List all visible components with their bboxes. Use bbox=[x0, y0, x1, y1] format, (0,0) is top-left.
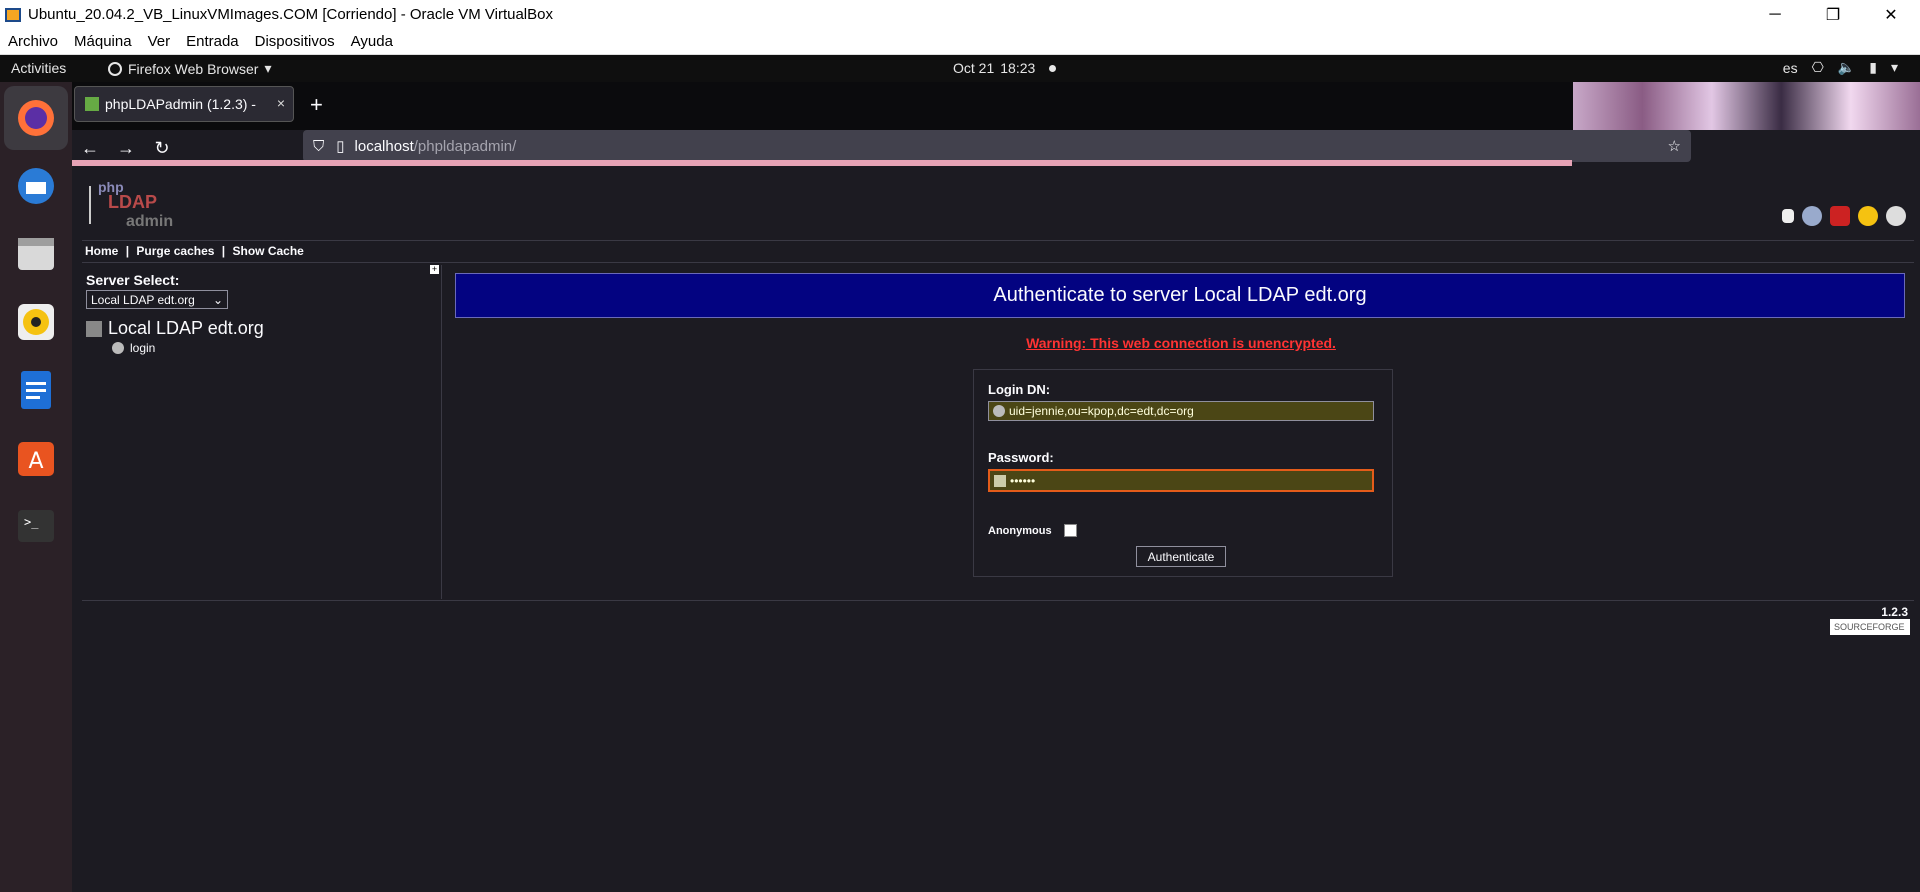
activities-button[interactable]: Activities bbox=[11, 60, 66, 76]
shield-icon: ⛉ bbox=[313, 137, 325, 155]
purge-caches-link[interactable]: Purge caches bbox=[136, 244, 214, 258]
notification-dot-icon bbox=[1049, 64, 1057, 72]
minimize-button[interactable]: ─ bbox=[1746, 0, 1804, 29]
smiley-icon[interactable] bbox=[1858, 206, 1878, 226]
chevron-down-icon: ⌄ bbox=[212, 292, 223, 307]
divider bbox=[82, 262, 1914, 263]
sourceforge-logo[interactable]: SOURCEFORGE bbox=[1830, 619, 1910, 635]
menu-separator: | bbox=[125, 244, 130, 258]
restore-button[interactable]: ❐ bbox=[1804, 0, 1862, 29]
app-menu-label: Firefox Web Browser bbox=[128, 60, 259, 77]
auth-header: Authenticate to server Local LDAP edt.or… bbox=[455, 273, 1905, 318]
login-form: Login DN: uid=jennie,ou=kpop,dc=edt,dc=o… bbox=[973, 369, 1393, 577]
help-icon[interactable] bbox=[1782, 209, 1794, 223]
bookmark-star-icon[interactable]: ☆ bbox=[1668, 137, 1681, 155]
login-dn-value: uid=jennie,ou=kpop,dc=edt,dc=org bbox=[1009, 404, 1194, 418]
url-path: /phpldapadmin/ bbox=[413, 137, 517, 155]
key-icon bbox=[994, 474, 1006, 487]
back-button[interactable]: ← bbox=[72, 138, 108, 159]
chevron-down-icon: ▾ bbox=[264, 60, 272, 76]
svg-text:A: A bbox=[28, 449, 43, 474]
header-icons bbox=[1782, 206, 1906, 226]
svg-text:>_: >_ bbox=[24, 515, 39, 529]
password-label: Password: bbox=[988, 450, 1054, 465]
tab-title: phpLDAPadmin (1.2.3) - bbox=[105, 96, 256, 112]
writer-dock-icon[interactable] bbox=[14, 368, 58, 412]
menu-entrada[interactable]: Entrada bbox=[178, 33, 247, 50]
page-content: php LDAP admin Home | Purge caches | Sho… bbox=[72, 166, 1920, 892]
virtualbox-titlebar: Ubuntu_20.04.2_VB_LinuxVMImages.COM [Cor… bbox=[0, 0, 1920, 29]
unencrypted-warning[interactable]: Warning: This web connection is unencryp… bbox=[72, 335, 1920, 351]
menu-archivo[interactable]: Archivo bbox=[0, 33, 66, 50]
rhythmbox-dock-icon[interactable] bbox=[14, 300, 58, 344]
clock[interactable]: Oct 21 18:23 bbox=[953, 60, 1057, 76]
phpldapadmin-logo: php LDAP admin bbox=[89, 179, 173, 230]
top-menu: Home | Purge caches | Show Cache bbox=[85, 244, 304, 258]
volume-icon: 🔈 bbox=[1837, 59, 1856, 75]
gnome-top-bar: Activities Firefox Web Browser ▾ Oct 21 … bbox=[0, 55, 1920, 82]
svg-text:admin: admin bbox=[126, 213, 173, 230]
bug-icon[interactable] bbox=[1830, 206, 1850, 226]
url-host: localhost bbox=[354, 137, 414, 155]
close-window-button[interactable]: ✕ bbox=[1862, 0, 1920, 29]
page-info-icon: ▯ bbox=[336, 138, 345, 155]
server-select-value: Local LDAP edt.org bbox=[91, 292, 195, 307]
firefox-dock-icon[interactable] bbox=[14, 96, 58, 140]
forward-button[interactable]: → bbox=[108, 138, 144, 159]
menu-separator: | bbox=[221, 244, 226, 258]
show-cache-link[interactable]: Show Cache bbox=[232, 244, 303, 258]
chevron-down-icon: ▾ bbox=[1890, 59, 1898, 75]
url-bar[interactable]: ⛉ ▯ localhost /phpldapadmin/ ☆ bbox=[303, 130, 1691, 162]
anonymous-checkbox[interactable] bbox=[1063, 524, 1077, 537]
tab-close-icon[interactable]: × bbox=[277, 95, 285, 111]
menu-ayuda[interactable]: Ayuda bbox=[343, 33, 401, 50]
password-value: •••••• bbox=[1010, 473, 1036, 488]
software-center-dock-icon[interactable]: A bbox=[14, 436, 58, 480]
menu-dispositivos[interactable]: Dispositivos bbox=[247, 33, 343, 50]
new-tab-button[interactable]: + bbox=[310, 92, 323, 118]
menu-ver[interactable]: Ver bbox=[140, 33, 179, 50]
battery-icon: ▮ bbox=[1869, 59, 1877, 75]
sourceforge-text: SOURCEFORGE bbox=[1834, 622, 1905, 632]
network-icon: ⎔ bbox=[1811, 59, 1824, 75]
virtualbox-menubar: Archivo Máquina Ver Entrada Dispositivos… bbox=[0, 29, 1920, 55]
login-dn-field[interactable]: uid=jennie,ou=kpop,dc=edt,dc=org bbox=[988, 401, 1374, 421]
clock-time: 18:23 bbox=[1000, 60, 1036, 76]
clock-date: Oct 21 bbox=[953, 60, 995, 76]
expand-icon[interactable]: + bbox=[430, 265, 439, 274]
version-label: 1.2.3 bbox=[1881, 605, 1908, 619]
terminal-dock-icon[interactable]: >_ bbox=[14, 504, 58, 548]
virtualbox-icon bbox=[5, 7, 21, 22]
system-tray[interactable]: es ⎔ 🔈 ▮ ▾ bbox=[1783, 59, 1898, 76]
divider bbox=[82, 240, 1914, 241]
divider bbox=[82, 600, 1914, 601]
server-tree-panel: + Server Select: Local LDAP edt.org ⌄ Lo… bbox=[82, 265, 442, 599]
tab-favicon-icon bbox=[85, 97, 99, 111]
app-menu[interactable]: Firefox Web Browser ▾ bbox=[108, 60, 271, 77]
anonymous-label: Anonymous bbox=[988, 524, 1052, 537]
anonymous-row: Anonymous bbox=[988, 524, 1077, 537]
thunderbird-dock-icon[interactable] bbox=[14, 164, 58, 208]
ubuntu-dock: A >_ bbox=[0, 82, 72, 892]
keyboard-layout[interactable]: es bbox=[1783, 60, 1798, 76]
lightbulb-icon[interactable] bbox=[1802, 206, 1822, 226]
login-dn-label: Login DN: bbox=[988, 382, 1051, 397]
authenticate-button[interactable]: Authenticate bbox=[1136, 546, 1226, 567]
password-field[interactable]: •••••• bbox=[988, 469, 1374, 492]
menu-maquina[interactable]: Máquina bbox=[66, 33, 140, 50]
server-select-label: Server Select: bbox=[86, 272, 180, 288]
user-icon bbox=[993, 405, 1005, 417]
files-dock-icon[interactable] bbox=[14, 232, 58, 276]
server-select[interactable]: Local LDAP edt.org ⌄ bbox=[86, 290, 228, 309]
window-title: Ubuntu_20.04.2_VB_LinuxVMImages.COM [Cor… bbox=[28, 6, 553, 23]
home-link[interactable]: Home bbox=[85, 244, 118, 258]
tab-phpldapadmin[interactable]: phpLDAPadmin (1.2.3) - × bbox=[74, 86, 294, 122]
reload-button[interactable]: ↻ bbox=[144, 138, 180, 159]
firefox-small-icon bbox=[108, 61, 122, 76]
question-icon[interactable] bbox=[1886, 206, 1906, 226]
svg-text:LDAP: LDAP bbox=[108, 192, 157, 212]
